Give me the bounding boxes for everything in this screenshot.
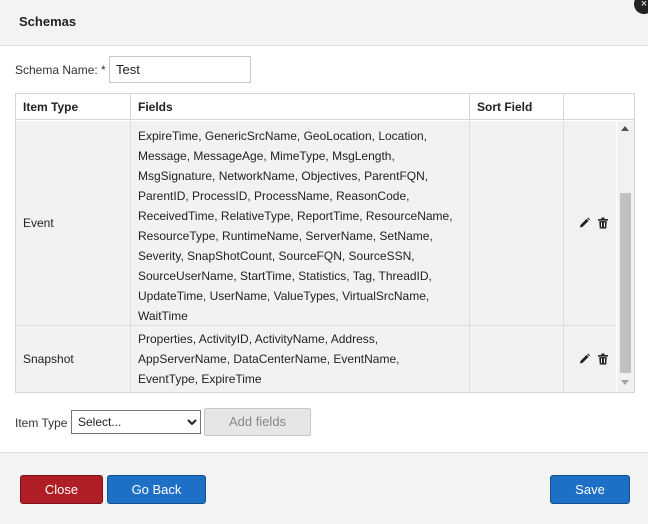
item-type-cell: Event — [23, 216, 54, 230]
header-sort-field: Sort Field — [470, 94, 564, 120]
table-body: Event ExpireTime, GenericSrcName, GeoLoc… — [16, 121, 616, 392]
scroll-up-icon[interactable] — [621, 126, 629, 131]
edit-icon[interactable] — [579, 217, 590, 229]
schema-name-label: Schema Name: * — [15, 63, 106, 77]
item-type-select[interactable]: Select... — [71, 410, 201, 434]
delete-icon[interactable] — [598, 353, 608, 365]
item-type-label: Item Type — [15, 416, 68, 430]
item-type-cell: Snapshot — [23, 352, 74, 366]
edit-icon[interactable] — [579, 353, 590, 365]
sort-field-cell — [470, 121, 564, 325]
table-row: Snapshot Properties, ActivityID, Activit… — [16, 326, 616, 392]
schema-table: Item Type Fields Sort Field Event Expire… — [15, 93, 635, 393]
schema-name-input[interactable] — [109, 56, 251, 83]
header-item-type: Item Type — [16, 94, 131, 120]
fields-cell: Properties, ActivityID, ActivityName, Ad… — [138, 332, 400, 386]
save-button[interactable]: Save — [550, 475, 630, 504]
scrollbar-thumb[interactable] — [620, 193, 631, 373]
scroll-down-icon[interactable] — [621, 380, 629, 385]
table-scrollbar[interactable] — [617, 121, 634, 392]
header-actions — [564, 94, 634, 120]
table-header: Item Type Fields Sort Field — [16, 94, 634, 120]
fields-cell: ExpireTime, GenericSrcName, GeoLocation,… — [138, 129, 453, 323]
dialog-header: Schemas — [0, 0, 648, 46]
delete-icon[interactable] — [598, 217, 608, 229]
header-fields: Fields — [131, 94, 470, 120]
add-fields-button[interactable]: Add fields — [204, 408, 311, 436]
close-button[interactable]: Close — [20, 475, 103, 504]
go-back-button[interactable]: Go Back — [107, 475, 206, 504]
dialog-footer: Close Go Back Save — [0, 452, 648, 524]
sort-field-cell — [470, 326, 564, 392]
dialog-title: Schemas — [19, 14, 77, 29]
table-row: Event ExpireTime, GenericSrcName, GeoLoc… — [16, 121, 616, 326]
